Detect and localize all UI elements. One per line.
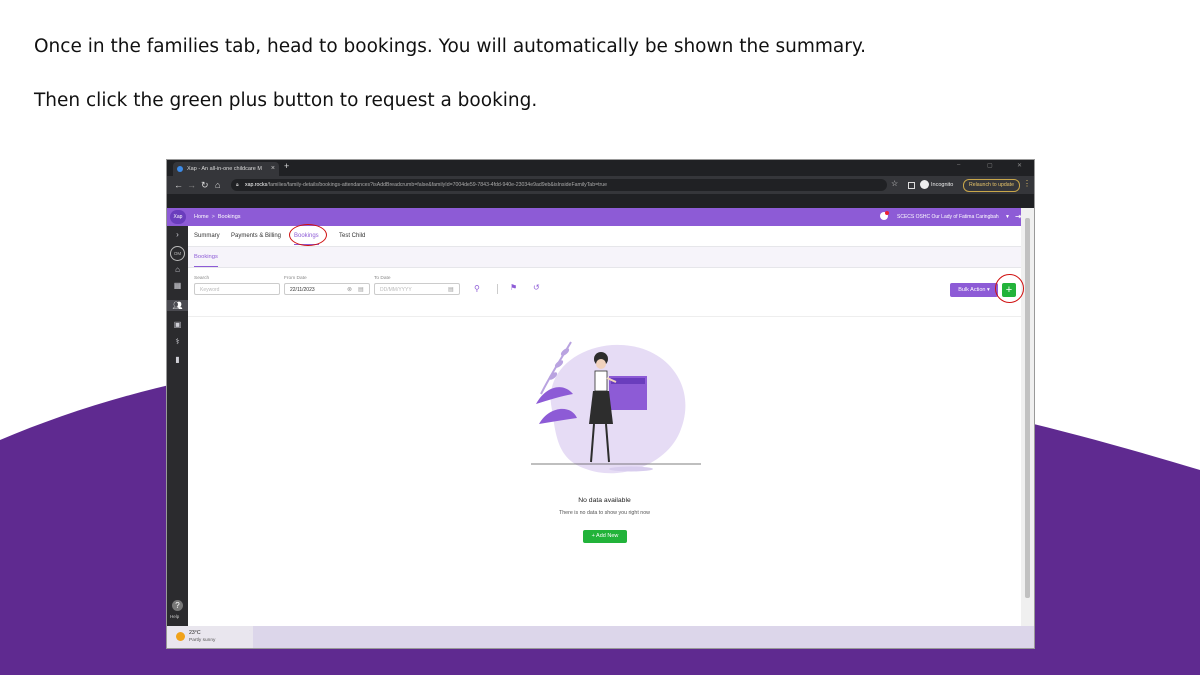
calendar-icon[interactable]: ▤ <box>448 284 454 296</box>
to-date-input[interactable]: DD/MM/YYYY ▤ <box>374 283 460 295</box>
url-path: /families/family-details/bookings-attend… <box>267 182 608 188</box>
app-header: Xap Home > Bookings SCECS OSHC Our Lady of… <box>167 208 1034 226</box>
analytics-nav-icon[interactable]: ▮ <box>171 354 184 365</box>
rooms-nav-icon[interactable]: ▦ <box>171 280 184 291</box>
search-label: Search <box>194 276 210 281</box>
browser-tab-strip: Xap - An all-in-one childcare M × + – ▢ … <box>167 160 1034 176</box>
browser-menu-icon[interactable]: ⋮ <box>1023 179 1031 188</box>
windows-taskbar: 23°C Partly sunny <box>167 626 1034 648</box>
tab-summary[interactable]: Summary <box>194 226 220 246</box>
subtab-bookings[interactable]: Bookings <box>194 247 218 267</box>
notification-bell-icon[interactable] <box>880 211 889 220</box>
divider <box>188 316 1021 317</box>
incognito-indicator[interactable]: Incognito <box>920 179 953 191</box>
reset-icon[interactable]: ↺ <box>533 282 540 294</box>
xap-logo[interactable]: Xap <box>170 210 186 224</box>
plus-button-highlight <box>995 274 1024 303</box>
home-icon[interactable]: ⌂ <box>215 179 220 191</box>
bookmark-star-icon[interactable]: ☆ <box>891 179 898 188</box>
url-host: xap.rocks <box>245 182 268 188</box>
toolbar-divider <box>497 284 498 294</box>
home-nav-icon[interactable]: ⌂ <box>171 264 184 275</box>
empty-state-subtitle: There is no data to show you right now <box>559 510 650 516</box>
maximize-icon[interactable]: ▢ <box>987 162 993 169</box>
help-label: Help <box>170 614 180 619</box>
browser-tab[interactable]: Xap - An all-in-one childcare M × <box>173 162 279 176</box>
window-close-icon[interactable]: ✕ <box>1017 162 1022 169</box>
back-arrow-icon[interactable]: ← <box>174 179 183 191</box>
bookings-subtabs: Bookings <box>188 247 1021 268</box>
relaunch-button[interactable]: Relaunch to update <box>963 179 1020 192</box>
bookmarks-bar <box>167 194 1034 208</box>
search-input[interactable]: Keyword <box>194 283 280 295</box>
bulk-action-label: Bulk Action <box>958 287 986 293</box>
add-new-button[interactable]: + Add New <box>583 530 627 543</box>
empty-state-title: No data available <box>578 497 631 504</box>
temperature: 23°C <box>189 630 201 636</box>
partly-sunny-icon <box>176 632 185 641</box>
lock-icon: 🔒︎ <box>236 182 239 188</box>
calendar-icon[interactable]: ▤ <box>358 284 364 296</box>
bookings-tab-highlight <box>289 224 327 246</box>
xap-favicon-icon <box>177 166 183 172</box>
incognito-label: Incognito <box>931 182 954 188</box>
org-dropdown-icon[interactable]: ▼ <box>1005 208 1010 226</box>
browser-screenshot: Xap - An all-in-one childcare M × + – ▢ … <box>167 160 1034 648</box>
from-date-value: 22/11/2023 <box>290 287 315 293</box>
help-icon[interactable]: ? <box>172 600 183 611</box>
forward-arrow-icon[interactable]: → <box>187 179 196 191</box>
reports-nav-icon[interactable]: ▣ <box>171 319 184 330</box>
from-date-label: From Date <box>284 276 307 281</box>
new-tab-button[interactable]: + <box>284 161 289 171</box>
reload-icon[interactable]: ↻ <box>201 179 209 191</box>
filter-icon[interactable]: ⚑ <box>510 282 517 294</box>
user-avatar[interactable]: OM <box>170 246 185 261</box>
left-sidebar: › OM ⌂ ▦ 👥︎ ▣ ⚕ ▮ ? Help <box>167 226 188 648</box>
clear-date-icon[interactable]: ⊗ <box>347 284 352 296</box>
bulk-action-button[interactable]: Bulk Action ▾ <box>950 283 998 297</box>
weather-description: Partly sunny <box>189 638 216 643</box>
tab-payments-billing[interactable]: Payments & Billing <box>231 226 281 246</box>
browser-tab-title: Xap - An all-in-one childcare M <box>187 166 262 172</box>
breadcrumb: Home > Bookings <box>194 208 241 226</box>
instruction-line-2: Then click the green plus button to requ… <box>34 90 538 111</box>
instruction-line-1: Once in the families tab, head to bookin… <box>34 36 867 57</box>
minimize-icon[interactable]: – <box>957 162 960 168</box>
breadcrumb-current: Bookings <box>217 214 241 220</box>
address-bar-row: ← → ↻ ⌂ 🔒︎ xap.rocks/families/family-det… <box>167 176 1034 194</box>
search-icon[interactable]: ⚲ <box>474 283 480 295</box>
expand-sidebar-icon[interactable]: › <box>171 229 184 240</box>
health-nav-icon[interactable]: ⚕ <box>171 336 184 347</box>
to-date-label: To Date <box>374 276 391 281</box>
from-date-input[interactable]: 22/11/2023 ⊗ ▤ <box>284 283 370 295</box>
side-panel-icon[interactable] <box>908 182 915 189</box>
families-nav-icon[interactable]: 👥︎ <box>167 300 188 311</box>
weather-widget[interactable]: 23°C Partly sunny <box>167 626 253 648</box>
scrollbar-thumb[interactable] <box>1025 218 1030 598</box>
org-name[interactable]: SCECS OSHC Our Lady of Fatima Caringbah <box>897 208 999 226</box>
breadcrumb-separator: > <box>211 214 215 220</box>
to-date-placeholder: DD/MM/YYYY <box>380 287 412 293</box>
tab-test-child[interactable]: Test Child <box>339 226 365 246</box>
tab-close-icon[interactable]: × <box>271 162 275 176</box>
main-content: Summary Payments & Billing Bookings Test… <box>188 226 1021 626</box>
empty-state-illustration <box>531 341 701 474</box>
incognito-icon <box>920 180 929 189</box>
breadcrumb-home[interactable]: Home <box>194 214 209 220</box>
url-field[interactable]: 🔒︎ xap.rocks/families/family-details/boo… <box>231 179 887 191</box>
